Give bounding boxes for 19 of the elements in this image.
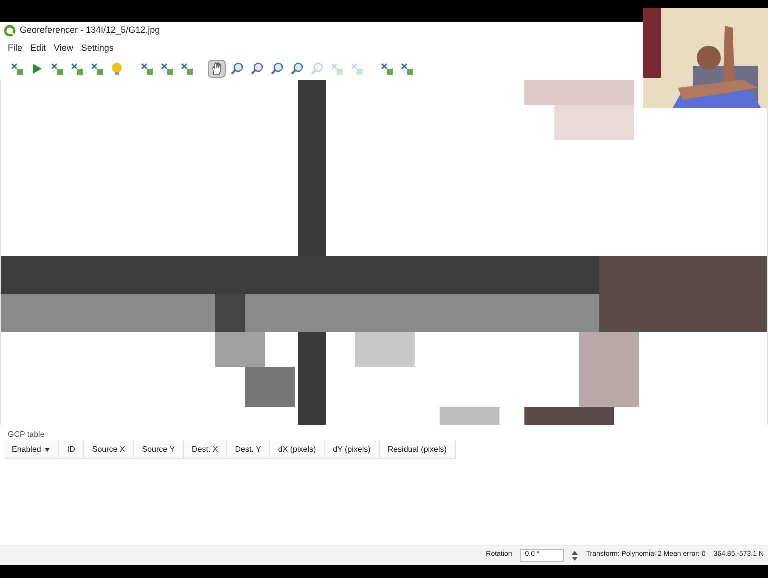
column-header[interactable]: Source X xyxy=(84,441,134,459)
menu-item[interactable]: View xyxy=(54,42,74,56)
menu-item[interactable]: Settings xyxy=(81,42,114,56)
column-header[interactable]: dY (pixels) xyxy=(325,441,380,459)
column-header[interactable]: ID xyxy=(59,441,84,459)
hand-icon[interactable] xyxy=(208,60,226,78)
app-logo-icon xyxy=(4,25,16,37)
menu-item[interactable]: File xyxy=(8,42,23,56)
window-title: Georeferencer - 134I/12_5/G12.jpg xyxy=(20,24,160,38)
column-header[interactable]: Source Y xyxy=(134,441,184,459)
dropdown-arrow-icon xyxy=(45,448,50,452)
menu-item[interactable]: Edit xyxy=(30,42,46,56)
panel-title: GCP table xyxy=(7,429,46,441)
column-header[interactable]: Dest. Y xyxy=(227,441,270,459)
column-header[interactable]: Dest. X xyxy=(184,441,228,459)
spinner-arrows-icon[interactable] xyxy=(572,550,578,560)
column-header[interactable]: Enabled xyxy=(4,441,60,459)
column-header[interactable]: Residual (pixels) xyxy=(380,441,456,459)
column-header[interactable]: dX (pixels) xyxy=(270,441,326,459)
